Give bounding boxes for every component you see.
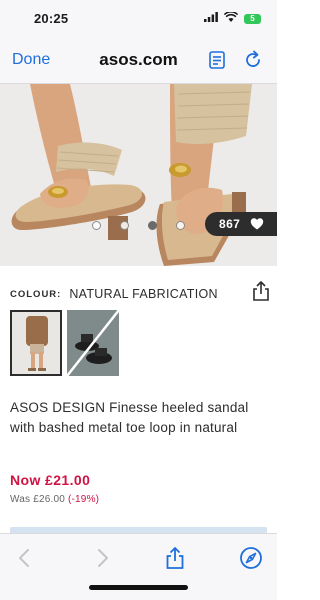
- price-was: Was £26.00 (-19%): [10, 494, 99, 505]
- discount-badge: (-19%): [67, 494, 100, 505]
- status-bar: 20:25 5: [0, 0, 277, 34]
- gallery-dot-3[interactable]: [148, 221, 157, 230]
- swatch-sandal-black[interactable]: [67, 310, 119, 376]
- colour-row: COLOUR: NATURAL FABRICATION: [10, 285, 218, 303]
- browser-top-bar: 20:25 5 Done asos.com: [0, 0, 277, 84]
- reload-icon[interactable]: [242, 49, 264, 71]
- swatch-model-wearing[interactable]: [10, 310, 62, 376]
- price-now: Now £21.00: [10, 472, 91, 488]
- colour-value: NATURAL FABRICATION: [69, 287, 218, 301]
- domain-label[interactable]: asos.com: [99, 50, 177, 69]
- product-image[interactable]: [0, 84, 277, 266]
- forward-icon[interactable]: [90, 546, 114, 570]
- heart-icon: [250, 217, 264, 231]
- save-count: 867: [219, 217, 241, 231]
- status-time: 20:25: [34, 11, 69, 26]
- signal-icon: [204, 12, 218, 25]
- back-icon[interactable]: [13, 546, 37, 570]
- gallery-dot-2[interactable]: [120, 221, 129, 230]
- status-icons: 5: [204, 11, 261, 25]
- save-for-later-button[interactable]: 867: [205, 212, 277, 236]
- browser-nav-bar: Done asos.com: [0, 40, 277, 80]
- gallery-dot-4[interactable]: [176, 221, 185, 230]
- home-indicator[interactable]: [89, 585, 188, 590]
- gallery-dot-1[interactable]: [92, 221, 101, 230]
- done-button[interactable]: Done: [12, 51, 50, 69]
- battery-icon: 5: [244, 13, 261, 24]
- compass-icon[interactable]: [239, 546, 263, 570]
- reader-icon[interactable]: [206, 49, 228, 71]
- price-was-label: Was £26.00: [10, 494, 65, 505]
- wifi-icon: [223, 11, 239, 25]
- share-icon[interactable]: [252, 281, 270, 301]
- share-sheet-icon[interactable]: [163, 546, 187, 570]
- product-title: ASOS DESIGN Finesse heeled sandal with b…: [10, 400, 249, 435]
- colour-label: COLOUR:: [10, 288, 62, 300]
